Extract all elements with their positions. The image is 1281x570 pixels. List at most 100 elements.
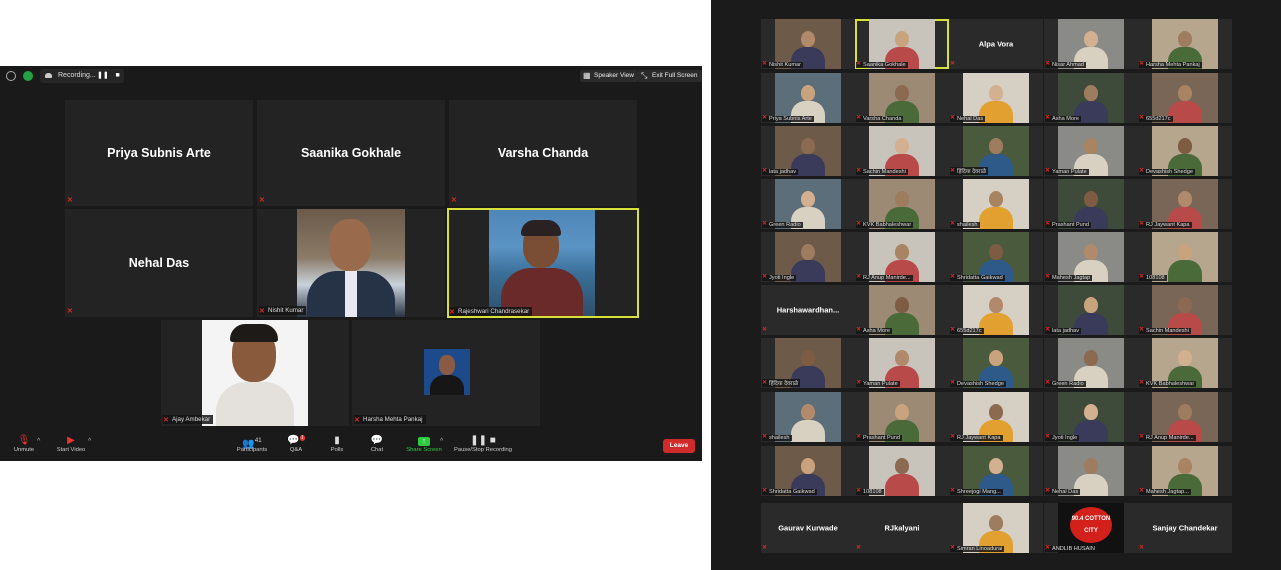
muted-mic-icon: ✕ <box>950 380 956 386</box>
gallery-participant-tile[interactable]: Shridatta Gaikwad ✕ <box>761 446 855 496</box>
gallery-participant-tile[interactable]: 108108 ✕ <box>855 446 949 496</box>
gallery-participant-tile[interactable]: Jyoti Ingle ✕ <box>1044 392 1138 442</box>
gallery-participant-tile[interactable]: Sanjay Chandekar ✕ <box>1138 503 1232 553</box>
participants-button[interactable]: 👥41 Participants <box>234 435 270 453</box>
gallery-participant-tile[interactable]: RJ Anup Manirde... ✕ <box>1138 392 1232 442</box>
muted-mic-icon: ✕ <box>1139 221 1145 227</box>
participant-label: Nishit Kumar <box>259 306 307 315</box>
unmute-button[interactable]: 🎙 Unmute <box>8 435 40 453</box>
info-icon[interactable] <box>6 71 16 81</box>
gallery-participant-tile[interactable]: shailesh ✕ <box>949 179 1043 229</box>
gallery-participant-tile[interactable]: Priya Subnis Arte ✕ <box>761 73 855 123</box>
muted-mic-icon: ✕ <box>1045 545 1051 551</box>
gallery-participant-tile[interactable]: Prashant Pund ✕ <box>1044 179 1138 229</box>
gallery-participant-tile[interactable]: Harsha Mehta Pankaj ✕ <box>1138 19 1232 69</box>
gallery-participant-tile[interactable]: Green Radio ✕ <box>1044 338 1138 388</box>
gallery-participant-tile[interactable]: Sachin Mandeshi ✕ <box>855 126 949 176</box>
active-speaker-tile[interactable]: Rajeshwari Chandrasekar ✕ <box>447 208 639 318</box>
pause-recording-icon[interactable]: ❚❚ <box>97 69 109 83</box>
gallery-participant-tile[interactable]: Nisar Ahmad ✕ <box>1044 19 1138 69</box>
participant-label: RJ Jaywant Kapa <box>950 435 1003 441</box>
participant-label: Green Radio <box>762 222 803 228</box>
gallery-participant-tile[interactable]: 655d217c ✕ <box>1138 73 1232 123</box>
gallery-participant-tile[interactable]: Mahesh Jagtap ✕ <box>1044 232 1138 282</box>
participant-tile[interactable]: Nehal Das ✕ <box>65 209 253 317</box>
muted-mic-icon: ✕ <box>1045 221 1051 227</box>
gallery-participant-tile[interactable]: Devashish Shedge ✕ <box>1138 126 1232 176</box>
participant-label: Devashish Shedge <box>950 381 1006 387</box>
gallery-participant-tile[interactable]: Gaurav Kurwade ✕ <box>761 503 855 553</box>
gallery-participant-tile[interactable]: Harshawardhan... ✕ <box>761 285 855 335</box>
gallery-participant-tile[interactable]: Shreejogi Mang... ✕ <box>949 446 1043 496</box>
stop-recording-icon[interactable]: ■ <box>116 69 120 83</box>
gallery-participant-tile[interactable]: Nishit Kumar ✕ <box>761 19 855 69</box>
gallery-participant-tile[interactable]: हिंदिया देवराळे ✕ <box>949 126 1043 176</box>
gallery-participant-tile[interactable]: Asha More ✕ <box>1044 73 1138 123</box>
gallery-participant-tile[interactable]: हिंदिया देवराळे ✕ <box>761 338 855 388</box>
leave-button[interactable]: Leave <box>663 439 695 453</box>
muted-mic-icon: ✕ <box>1139 380 1145 386</box>
muted-mic-icon: ✕ <box>1139 434 1145 440</box>
gallery-participant-tile[interactable]: Varsha Chanda ✕ <box>855 73 949 123</box>
pause-stop-recording-label: Pause/Stop Recording <box>453 447 512 453</box>
participant-label: Ajay Ambekar <box>163 415 214 424</box>
gallery-participant-tile[interactable]: Prashant Pund ✕ <box>855 392 949 442</box>
chevron-up-icon[interactable]: ^ <box>88 438 91 445</box>
participant-tile[interactable]: Nishit Kumar ✕ <box>257 209 445 317</box>
muted-mic-icon: ✕ <box>451 197 457 204</box>
gallery-participant-tile[interactable]: RJ Anup Manirde... ✕ <box>855 232 949 282</box>
qa-icon: 💬1 <box>287 435 305 446</box>
gallery-participant-tile[interactable]: RJ Jaywant Kapa ✕ <box>1138 179 1232 229</box>
gallery-participant-tile[interactable]: Yaman Pulate ✕ <box>1044 126 1138 176</box>
gallery-participant-tile[interactable]: lata jadhav ✕ <box>1044 285 1138 335</box>
gallery-participant-tile[interactable]: Sachin Mandeshi ✕ <box>1138 285 1232 335</box>
chevron-up-icon[interactable]: ^ <box>440 438 443 445</box>
chat-button[interactable]: 💬 Chat <box>366 435 388 453</box>
gallery-participant-tile[interactable]: Alpa Vora ✕ <box>949 19 1043 69</box>
gallery-participant-tile[interactable]: Nehal Das ✕ <box>1044 446 1138 496</box>
participant-tile[interactable]: Saanika Gokhale ✕ <box>257 100 445 206</box>
participant-label: Prashant Pund <box>1045 222 1092 228</box>
gallery-participant-tile[interactable]: lata jadhav ✕ <box>761 126 855 176</box>
chevron-up-icon[interactable]: ^ <box>37 438 40 445</box>
gallery-participant-tile[interactable]: Jyoti Ingle ✕ <box>761 232 855 282</box>
gallery-participant-tile[interactable]: KVK Babhaleshwar ✕ <box>1138 338 1232 388</box>
pause-stop-recording-button[interactable]: ❚❚ ■ Pause/Stop Recording <box>452 435 514 453</box>
gallery-participant-tile[interactable]: shailesh ✕ <box>761 392 855 442</box>
exit-fullscreen-button[interactable]: ⤡ Exit Full Screen <box>638 70 702 82</box>
participant-tile[interactable]: Varsha Chanda ✕ <box>449 100 637 206</box>
gallery-participant-tile[interactable]: 108108 ✕ <box>1138 232 1232 282</box>
gallery-participant-tile[interactable]: Simran Linoadurai ✕ <box>949 503 1043 553</box>
start-video-button[interactable]: ▶ Start Video <box>52 435 90 453</box>
gallery-participant-tile[interactable]: Nehal Das ✕ <box>949 73 1043 123</box>
gallery-participant-tile[interactable]: Saanika Gokhale ✕ <box>855 19 949 69</box>
gallery-participant-tile[interactable]: RJ Jaywant Kapa ✕ <box>949 392 1043 442</box>
gallery-participant-tile[interactable]: Green Radio ✕ <box>761 179 855 229</box>
muted-mic-icon: ✕ <box>950 61 956 67</box>
gallery-participant-tile[interactable]: RJkalyani ✕ <box>855 503 949 553</box>
muted-mic-icon: ✕ <box>67 308 73 315</box>
participants-count: 41 <box>254 438 262 444</box>
qa-button[interactable]: 💬1 Q&A <box>284 435 308 453</box>
participant-tile[interactable]: Harsha Mehta Pankaj ✕ <box>352 320 540 426</box>
participant-name: Sanjay Chandekar <box>1152 523 1218 533</box>
gallery-participant-tile[interactable]: Mahesh Jagtap... ✕ <box>1138 446 1232 496</box>
muted-mic-icon: ✕ <box>762 115 768 121</box>
participant-tile[interactable]: Priya Subnis Arte ✕ <box>65 100 253 206</box>
gallery-participant-tile[interactable]: Yaman Pulate ✕ <box>855 338 949 388</box>
gallery-participant-tile[interactable]: Shridatta Gaikwad ✕ <box>949 232 1043 282</box>
polls-button[interactable]: ▮ Polls <box>326 435 348 453</box>
chat-icon: 💬 <box>370 435 384 446</box>
security-shield-icon[interactable] <box>23 71 33 81</box>
gallery-participant-tile[interactable]: Devashish Shedge ✕ <box>949 338 1043 388</box>
muted-mic-icon: ✕ <box>1045 61 1051 67</box>
muted-mic-icon: ✕ <box>67 197 73 204</box>
participant-tile[interactable]: Ajay Ambekar ✕ <box>161 320 349 426</box>
muted-mic-icon: ✕ <box>762 327 768 333</box>
gallery-participant-tile[interactable]: KVK Babhaleshwar ✕ <box>855 179 949 229</box>
gallery-participant-tile[interactable]: Asha More ✕ <box>855 285 949 335</box>
gallery-participant-tile[interactable]: 655d217c ✕ <box>949 285 1043 335</box>
speaker-view-button[interactable]: ▦ Speaker View <box>580 70 638 82</box>
polls-icon: ▮ <box>334 435 340 446</box>
gallery-participant-tile[interactable]: 90.4 COTTON CITY ANDLIB HUSAIN ✕ <box>1044 503 1138 553</box>
